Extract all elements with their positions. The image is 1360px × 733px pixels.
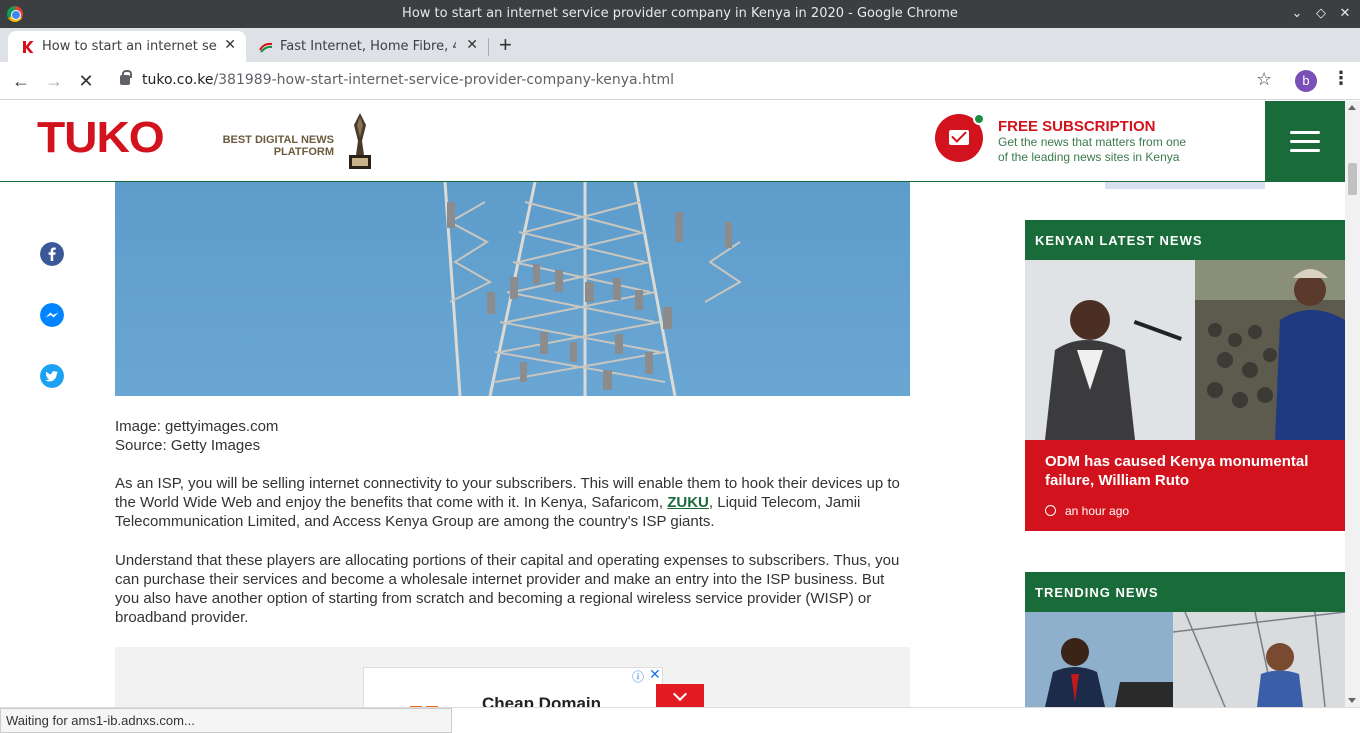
scroll-up-icon[interactable] [1348, 105, 1356, 110]
status-bar: Waiting for ams1-ib.adnxs.com... [0, 707, 1360, 733]
award-label: BEST DIGITAL NEWS PLATFORM [222, 134, 334, 158]
trending-news-heading: TRENDING NEWS [1025, 572, 1345, 612]
tab-label: How to start an internet service provide… [42, 39, 218, 54]
url-path: /381989-how-start-internet-service-provi… [213, 72, 674, 88]
image-caption: Image: gettyimages.com Source: Getty Ima… [115, 417, 910, 455]
hamburger-menu-button[interactable] [1265, 101, 1345, 181]
window-titlebar: How to start an internet service provide… [0, 0, 1360, 28]
cell-tower-illustration [443, 182, 742, 396]
clock-icon [1045, 505, 1056, 516]
tuko-logo[interactable]: TUKO [37, 113, 165, 163]
latest-news-heading: KENYAN LATEST NEWS [1025, 220, 1345, 260]
ad-container: Cheap Domain ⓘ ✕ [115, 647, 910, 707]
tab-separator [488, 38, 489, 56]
subscription-text: Get the news that matters from one of th… [998, 135, 1187, 164]
close-tab-icon[interactable]: ✕ [224, 37, 236, 53]
twitter-icon[interactable] [40, 364, 64, 388]
ad-info-icon[interactable]: ⓘ [632, 668, 644, 685]
minimize-icon[interactable]: ⌄ [1288, 5, 1306, 23]
latest-news-headline[interactable]: ODM has caused Kenya monumental failure,… [1045, 452, 1335, 490]
messenger-icon[interactable] [40, 303, 64, 327]
address-bar[interactable]: tuko.co.ke/381989-how-start-internet-ser… [110, 66, 1290, 96]
profile-avatar[interactable]: b [1295, 70, 1317, 92]
new-tab-icon[interactable]: + [499, 32, 512, 58]
article-hero-image [115, 182, 910, 396]
subscription-mail-icon[interactable] [935, 113, 985, 162]
page-scrollbar[interactable] [1345, 101, 1360, 707]
back-icon[interactable]: ← [10, 70, 32, 92]
page-viewport: TUKO BEST DIGITAL NEWS PLATFORM FREE SUB… [0, 101, 1345, 707]
window-title: How to start an internet service provide… [402, 6, 958, 21]
trending-news-image[interactable] [1025, 612, 1345, 707]
close-window-icon[interactable]: ✕ [1336, 5, 1354, 23]
tab-label: Fast Internet, Home Fibre, 4G LTE [280, 39, 456, 54]
maximize-icon[interactable]: ◇ [1312, 5, 1330, 23]
sidebar-ad-strip [1105, 182, 1265, 189]
chrome-menu-icon[interactable]: ⋮ [1332, 68, 1350, 89]
url-domain: tuko.co.ke [142, 72, 214, 88]
ad-expand-button[interactable] [656, 684, 704, 707]
facebook-icon[interactable] [40, 242, 64, 266]
scroll-thumb[interactable] [1348, 163, 1357, 195]
lock-icon[interactable] [120, 70, 132, 85]
browser-toolbar: ← → ✕ tuko.co.ke/381989-how-start-intern… [0, 62, 1360, 100]
latest-news-card[interactable]: ODM has caused Kenya monumental failure,… [1025, 440, 1345, 531]
forward-icon[interactable]: → [43, 70, 65, 92]
zuku-link[interactable]: ZUKU [667, 494, 709, 511]
subscription-title[interactable]: FREE SUBSCRIPTION [998, 118, 1156, 135]
url-text[interactable]: tuko.co.ke/381989-how-start-internet-ser… [142, 72, 674, 88]
bookmark-star-icon[interactable]: ☆ [1256, 69, 1272, 90]
article-paragraph-2: Understand that these players are alloca… [115, 552, 900, 626]
faiba-icon [259, 42, 273, 53]
award-trophy-icon [349, 113, 371, 169]
tab-strip: How to start an internet service provide… [0, 28, 1360, 62]
tuko-k-icon [23, 41, 34, 53]
latest-news-time: an hour ago [1065, 504, 1130, 518]
latest-news-photo [1025, 260, 1345, 440]
latest-news-image[interactable] [1025, 260, 1345, 440]
ad-banner[interactable]: Cheap Domain ⓘ ✕ [363, 666, 663, 707]
scroll-down-icon[interactable] [1348, 698, 1356, 703]
caption-image: Image: gettyimages.com [115, 418, 279, 435]
stop-loading-icon[interactable]: ✕ [75, 70, 97, 92]
tab-tuko[interactable]: How to start an internet service provide… [8, 31, 246, 62]
status-text: Waiting for ams1-ib.adnxs.com... [0, 708, 452, 733]
caption-source: Source: Getty Images [115, 437, 261, 454]
close-tab-icon[interactable]: ✕ [466, 37, 478, 53]
trending-news-photo [1025, 612, 1345, 707]
tab-faiba[interactable]: Fast Internet, Home Fibre, 4G LTE ✕ [246, 31, 488, 62]
ad-title[interactable]: Cheap Domain [482, 694, 601, 707]
article-paragraph-1: As an ISP, you will be selling internet … [115, 474, 910, 531]
site-header: TUKO BEST DIGITAL NEWS PLATFORM FREE SUB… [0, 101, 1345, 182]
ad-close-icon[interactable]: ✕ [649, 666, 661, 683]
